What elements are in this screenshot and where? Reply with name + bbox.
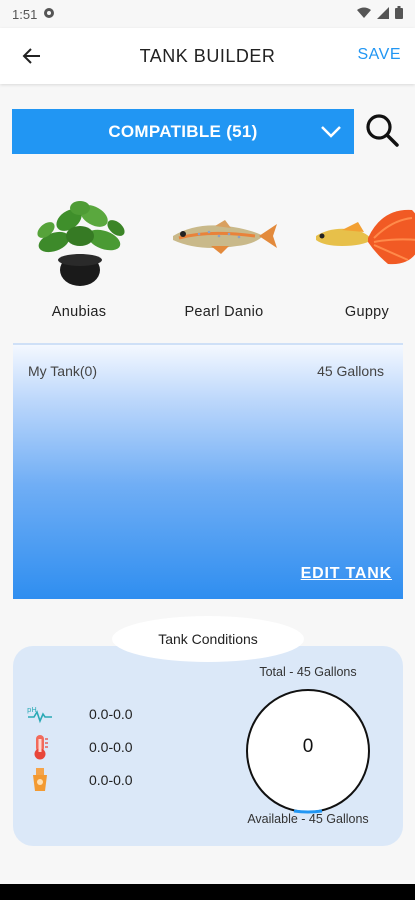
tank-name: My Tank(0) [28, 363, 97, 379]
system-navigation-bar [0, 884, 415, 900]
tank-volume: 45 Gallons [317, 363, 384, 379]
species-name: Anubias [51, 304, 107, 320]
species-card-anubias[interactable]: Anubias [14, 190, 144, 330]
tank-panel: My Tank(0) 45 Gallons EDIT TANK [13, 343, 403, 599]
pearl-danio-fish-icon [173, 220, 277, 254]
arrow-back-icon [22, 48, 40, 64]
app-bar: TANK BUILDER SAVE [0, 28, 415, 84]
gauge-value: 0 [302, 736, 314, 757]
edit-tank-button[interactable]: EDIT TANK [301, 565, 392, 583]
species-card-guppy[interactable]: Guppy [302, 190, 415, 330]
ph-waveform-icon: pH [27, 701, 53, 727]
total-capacity-label: Total - 45 Gallons [259, 665, 357, 679]
tank-conditions-title: Tank Conditions [112, 616, 304, 662]
water-hardness-icon [27, 767, 53, 793]
temperature-condition-row: 0.0-0.0 [27, 734, 133, 760]
back-button[interactable] [18, 42, 46, 70]
ph-condition-row: pH 0.0-0.0 [27, 701, 133, 727]
anubias-plant-icon [37, 201, 125, 286]
hardness-condition-row: 0.0-0.0 [27, 767, 133, 793]
search-icon [366, 114, 399, 147]
save-button[interactable]: SAVE [358, 46, 402, 64]
status-time: 1:51 [12, 6, 38, 22]
ph-range-value: 0.0-0.0 [89, 706, 133, 722]
search-button[interactable] [364, 112, 400, 148]
available-capacity-label: Available - 45 Gallons [247, 812, 369, 826]
svg-text:pH: pH [27, 706, 37, 714]
hardness-range-value: 0.0-0.0 [89, 772, 133, 788]
status-bar: 1:51 [0, 0, 415, 28]
compatibility-filter-dropdown[interactable]: COMPATIBLE (51) [12, 109, 354, 154]
wifi-icon [357, 7, 371, 22]
species-name: Pearl Danio [184, 304, 264, 320]
thermometer-icon [27, 734, 53, 760]
page-title: TANK BUILDER [139, 45, 276, 66]
signal-icon [377, 6, 389, 22]
temperature-range-value: 0.0-0.0 [89, 739, 133, 755]
battery-icon [395, 6, 403, 22]
filter-selected-label: COMPATIBLE (51) [108, 121, 258, 141]
notification-icon [43, 7, 55, 22]
species-name: Guppy [344, 304, 390, 320]
guppy-fish-icon [316, 209, 415, 265]
chevron-down-icon [321, 126, 341, 138]
tank-conditions-label: Tank Conditions [158, 631, 258, 647]
species-card-pearl-danio[interactable]: Pearl Danio [159, 190, 289, 330]
